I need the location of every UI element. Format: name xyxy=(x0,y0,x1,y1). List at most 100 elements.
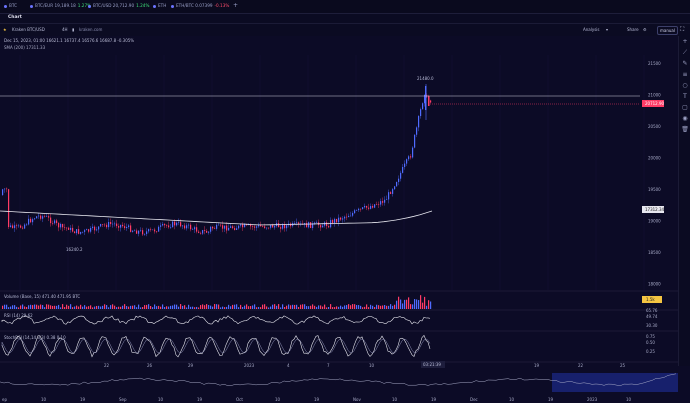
volume-bar xyxy=(318,305,320,309)
candle-body xyxy=(390,192,392,194)
volume-bar xyxy=(164,307,166,309)
candle-body xyxy=(378,204,380,206)
candle-body xyxy=(146,231,148,234)
window-title: Chart xyxy=(8,15,22,20)
candle-body xyxy=(32,219,34,223)
navigator-label: 10 xyxy=(392,397,398,402)
volume-bar xyxy=(188,304,190,309)
sma-legend: SMA (200) 17311.33 xyxy=(4,45,46,50)
time-label: 22 xyxy=(578,363,584,368)
volume-bar xyxy=(286,305,288,309)
chevron-down-icon[interactable]: ▾ xyxy=(606,27,608,32)
volume-bar xyxy=(218,304,220,309)
price-tick: 21000 xyxy=(648,93,661,98)
candle-body xyxy=(212,226,214,229)
share-button[interactable]: Share xyxy=(627,27,639,32)
candle-body xyxy=(296,222,298,224)
volume-bar xyxy=(366,304,368,309)
volume-bar xyxy=(98,305,100,309)
volume-bar xyxy=(24,306,26,309)
candle-body xyxy=(92,226,94,228)
volume-bar xyxy=(124,304,126,309)
rsi-tick: 65.76 xyxy=(646,308,658,313)
rsi-tick: 30.30 xyxy=(646,323,658,328)
volume-bar xyxy=(170,305,172,309)
volume-bar xyxy=(6,304,8,309)
volume-bar xyxy=(364,306,366,309)
eye-icon[interactable]: ◉ xyxy=(681,115,689,123)
navigator-window[interactable] xyxy=(552,373,678,392)
volume-bar xyxy=(150,305,152,309)
pen-icon[interactable]: ✎ xyxy=(681,60,689,68)
shape-icon[interactable]: ▢ xyxy=(681,104,689,112)
volume-bar xyxy=(258,306,260,309)
volume-bar xyxy=(254,304,256,309)
navigator-label: Dec xyxy=(470,397,478,402)
volume-bar xyxy=(300,304,302,309)
volume-bar xyxy=(58,304,60,309)
volume-bar xyxy=(312,304,314,309)
volume-bar xyxy=(4,304,6,309)
analysis-button[interactable]: Analysis xyxy=(583,27,599,32)
volume-bar xyxy=(250,306,252,309)
fibonacci-icon[interactable]: ≡ xyxy=(681,71,689,79)
circle-icon[interactable]: ○ xyxy=(681,82,689,90)
candle-body xyxy=(58,222,60,228)
volume-bar xyxy=(100,306,102,309)
stoch-tick: 0.25 xyxy=(646,349,655,354)
time-label: 22 xyxy=(104,363,110,368)
tab-label: BTC/EUR 19,189.18 xyxy=(35,3,76,8)
volume-bar xyxy=(302,304,304,309)
candle-body xyxy=(280,227,282,229)
chart-type-icon[interactable]: ▮ xyxy=(72,27,74,32)
candle-body xyxy=(42,216,44,219)
trash-icon[interactable]: 🗑 xyxy=(681,126,689,134)
cursor-icon[interactable]: + xyxy=(681,38,689,46)
candle-body xyxy=(110,222,112,225)
settings-icon[interactable]: ⚙ xyxy=(643,27,647,32)
interval-selector[interactable]: 4H xyxy=(62,27,68,32)
text-icon[interactable]: T xyxy=(681,93,689,101)
candle-body xyxy=(398,178,400,182)
tab-eth[interactable]: ETH xyxy=(153,3,166,8)
symbol-selector[interactable]: Kraken BTC/USD xyxy=(12,27,45,32)
candle-body xyxy=(262,226,264,227)
volume-bar xyxy=(200,305,202,309)
tab-btc-eur[interactable]: BTC/EUR 19,189.18 1.27% xyxy=(30,3,91,8)
volume-bar xyxy=(356,305,358,309)
manual-button[interactable]: manual xyxy=(657,26,678,35)
candle-body xyxy=(382,201,384,203)
candle-body xyxy=(366,205,368,208)
candle-body xyxy=(184,225,186,229)
volume-bar xyxy=(376,304,378,309)
candle-body xyxy=(374,204,376,208)
candle-body xyxy=(84,230,86,232)
expand-icon[interactable]: ⛶ xyxy=(680,26,684,34)
ohlc-legend: Dec 15, 2023, 01:00 16621.1 16737.4 1657… xyxy=(4,38,135,43)
volume-bar xyxy=(166,306,168,309)
navigator-label: 19 xyxy=(80,397,86,402)
volume-bar xyxy=(96,305,98,309)
candle-body xyxy=(412,147,414,158)
coin-icon xyxy=(88,4,91,8)
navigator-label: 10 xyxy=(626,397,632,402)
candle-body xyxy=(30,218,32,223)
volume-bar xyxy=(116,307,118,309)
candle-body xyxy=(70,227,72,230)
add-tab-button[interactable]: + xyxy=(233,2,238,9)
candle-body xyxy=(46,216,48,217)
star-icon[interactable]: ★ xyxy=(3,27,7,32)
trendline-icon[interactable]: ⟋ xyxy=(681,49,689,57)
tab-btc[interactable]: BTC xyxy=(4,3,17,8)
volume-legend: Volume (Base, 15) 471.40 471.95 BTC xyxy=(4,294,80,299)
candle-body xyxy=(120,224,122,228)
volume-bar xyxy=(36,304,38,309)
volume-bar xyxy=(156,306,158,309)
tab-btc-usd[interactable]: BTC/USD 20,712.90 1.24% xyxy=(88,3,149,8)
price-chart[interactable]: 21480.0 16240.2 21500 21000 20500 20000 1950… xyxy=(0,36,678,403)
volume-bar xyxy=(240,304,242,309)
price-tick: 18500 xyxy=(648,250,661,255)
candle-body xyxy=(376,204,378,205)
navigator-label: 19 xyxy=(431,397,437,402)
tab-eth-btc[interactable]: ETH/BTC 0.07399 -0.13% xyxy=(171,3,229,8)
